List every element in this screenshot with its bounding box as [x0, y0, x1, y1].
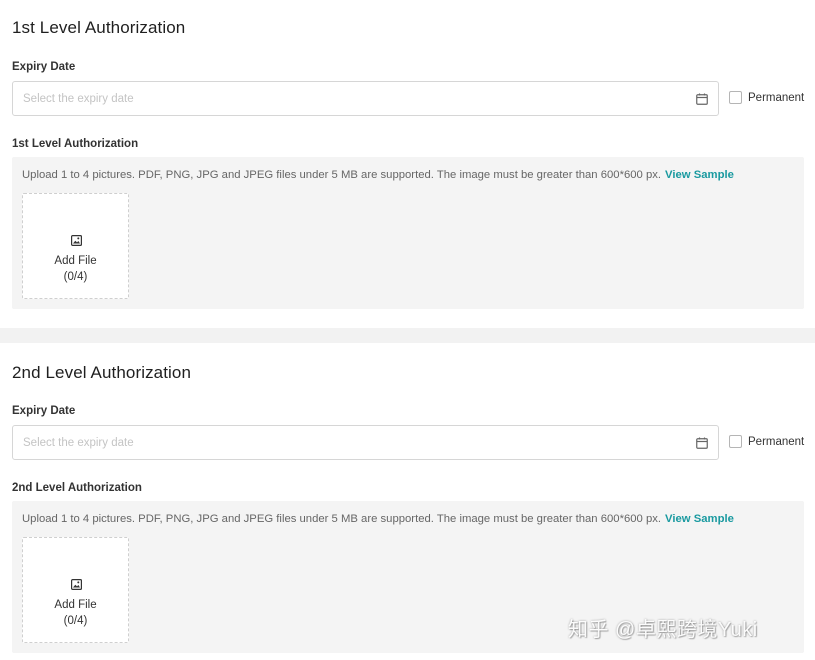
expiry-date-label: Expiry Date [12, 405, 76, 417]
watermark: 知乎 @卓熙跨境Yuki [568, 619, 758, 641]
first-level-authorization-section: 1st Level Authorization Expiry Date Sele… [0, 0, 815, 328]
permanent-checkbox[interactable] [729, 91, 742, 104]
view-sample-link[interactable]: View Sample [665, 169, 734, 181]
upload-info-text: Upload 1 to 4 pictures. PDF, PNG, JPG an… [22, 513, 662, 525]
expiry-date-picker[interactable]: Select the expiry date [12, 81, 719, 116]
expiry-date-label: Expiry Date [12, 61, 76, 73]
upload-label: 2nd Level Authorization [12, 482, 142, 494]
image-icon [71, 233, 83, 247]
permanent-option[interactable]: Permanent [729, 91, 804, 104]
file-count: (0/4) [63, 615, 88, 627]
section-title: 1st Level Authorization [12, 18, 186, 37]
upload-area: Upload 1 to 4 pictures. PDF, PNG, JPG an… [12, 157, 804, 309]
image-icon [71, 577, 83, 591]
permanent-label: Permanent [748, 91, 805, 104]
expiry-date-placeholder: Select the expiry date [23, 436, 134, 449]
upload-label: 1st Level Authorization [12, 138, 139, 150]
add-file-button[interactable]: Add File (0/4) [22, 193, 129, 299]
permanent-option[interactable]: Permanent [729, 435, 804, 448]
upload-instructions: Upload 1 to 4 pictures. PDF, PNG, JPG an… [22, 169, 734, 181]
view-sample-link[interactable]: View Sample [665, 513, 734, 525]
permanent-label: Permanent [748, 435, 805, 448]
expiry-date-picker[interactable]: Select the expiry date [12, 425, 719, 460]
upload-instructions: Upload 1 to 4 pictures. PDF, PNG, JPG an… [22, 513, 734, 525]
calendar-icon[interactable] [696, 437, 708, 449]
add-file-button[interactable]: Add File (0/4) [22, 537, 129, 643]
add-file-label: Add File [54, 255, 97, 267]
upload-info-text: Upload 1 to 4 pictures. PDF, PNG, JPG an… [22, 169, 662, 181]
section-title: 2nd Level Authorization [12, 363, 192, 382]
permanent-checkbox[interactable] [729, 435, 742, 448]
section-divider [0, 328, 815, 343]
expiry-date-placeholder: Select the expiry date [23, 92, 134, 105]
calendar-icon[interactable] [696, 93, 708, 105]
file-count: (0/4) [63, 271, 88, 283]
add-file-label: Add File [54, 599, 97, 611]
